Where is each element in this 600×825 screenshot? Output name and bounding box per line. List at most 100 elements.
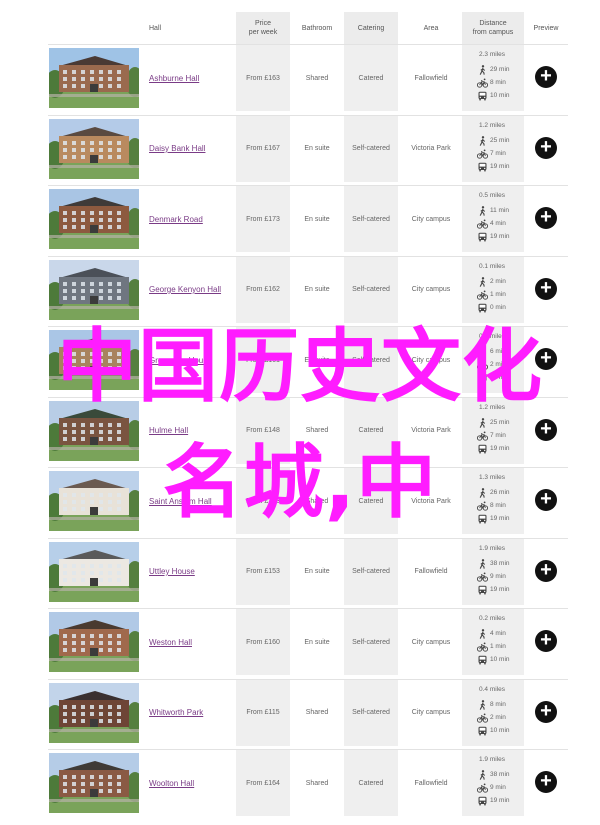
table-row: Uttley House From £153 En suite Self-catere… (48, 537, 568, 605)
hall-name-link[interactable]: Ashburne Hall (149, 74, 199, 83)
bathroom-cell: En suite (304, 356, 330, 364)
area-cell: City campus (411, 215, 451, 223)
plus-icon: + (540, 699, 552, 722)
table-row: Denmark Road From £173 En suite Self-catere… (48, 185, 568, 252)
catering-cell: Catered (358, 779, 384, 787)
table-row: Hulme Hall From £148 Shared Catered Victoria… (48, 396, 568, 464)
catering-cell: Self-catered (352, 215, 390, 223)
bathroom-cell: En suite (304, 145, 330, 152)
bike-icon (476, 78, 489, 88)
hall-thumbnail (49, 612, 139, 672)
bike-icon (476, 219, 489, 229)
catering-cell: Catered (358, 74, 384, 82)
bathroom-cell: Shared (305, 427, 329, 434)
hall-thumbnail (49, 118, 139, 179)
walk-icon (477, 488, 488, 498)
bike-icon (476, 360, 489, 370)
hall-thumbnail (49, 541, 139, 602)
preview-plus-button[interactable]: + (535, 348, 557, 370)
catering-cell: Self-catered (352, 709, 390, 716)
distance-miles: 1.3 miles (479, 474, 506, 481)
preview-plus-button[interactable]: + (535, 276, 557, 300)
distance-cell: 1.3 miles 26 min 8 min 19 min (476, 474, 510, 524)
distance-cell: 0.5 miles 11 min 4 min 19 min (476, 192, 510, 242)
hall-name-link[interactable]: Grosvenor House (149, 356, 212, 365)
distance-miles: 1.9 miles (479, 756, 506, 763)
hall-name-link[interactable]: Weston Hall (149, 638, 192, 647)
plus-icon: + (540, 558, 552, 581)
price-cell: From £160 (246, 638, 280, 646)
hall-thumbnail (49, 400, 139, 461)
header-price: Price per week (236, 12, 290, 44)
hall-name-link[interactable]: Uttley House (149, 567, 195, 576)
hall-thumbnail (49, 259, 139, 320)
header-distance: Distance from campus (462, 12, 524, 44)
bike-icon (476, 431, 489, 441)
plus-icon: + (540, 629, 552, 651)
preview-plus-button[interactable]: + (535, 771, 557, 793)
bike-icon (476, 713, 489, 723)
hall-name-link[interactable]: Woolton Hall (149, 779, 194, 788)
hall-name-link[interactable]: Saint Anselm Hall (149, 497, 212, 506)
area-cell: City campus (411, 638, 451, 646)
walk-icon (477, 417, 488, 428)
preview-plus-button[interactable]: + (535, 66, 557, 88)
preview-plus-button[interactable]: + (535, 136, 557, 159)
preview-plus-button[interactable]: + (535, 489, 557, 511)
hall-thumbnail (49, 189, 139, 249)
bathroom-cell: En suite (304, 215, 330, 223)
catering-cell: Self-catered (352, 568, 390, 575)
distance-cell: 1.2 miles 25 min 7 min 19 min (476, 403, 510, 453)
bathroom-cell: Shared (305, 779, 329, 787)
catering-cell: Self-catered (352, 356, 390, 364)
table-row: George Kenyon Hall From £162 En suite Self-… (48, 255, 568, 323)
preview-plus-button[interactable]: + (535, 207, 557, 229)
bike-icon (476, 149, 489, 159)
bathroom-cell: En suite (304, 286, 330, 293)
bus-icon (477, 303, 488, 313)
hall-name-link[interactable]: George Kenyon Hall (149, 285, 221, 294)
price-cell: From £148 (246, 427, 280, 434)
hall-thumbnail (49, 471, 139, 531)
hall-name-link[interactable]: Hulme Hall (149, 426, 188, 435)
plus-icon: + (540, 770, 552, 792)
area-cell: City campus (411, 709, 451, 716)
table-header: Hall Price per week Bathroom Catering Ar… (48, 12, 568, 44)
area-cell: City campus (411, 356, 451, 364)
walk-icon (477, 770, 488, 780)
preview-plus-button[interactable]: + (535, 699, 557, 723)
bus-icon (477, 585, 488, 595)
preview-plus-button[interactable]: + (535, 558, 557, 582)
bus-icon (477, 655, 488, 665)
area-cell: Victoria Park (411, 427, 451, 434)
price-cell: From £153 (246, 568, 280, 575)
bus-icon (477, 162, 488, 172)
price-cell: From £163 (246, 497, 280, 505)
price-cell: From £167 (246, 145, 280, 152)
hall-thumbnail (49, 330, 139, 390)
bathroom-cell: Shared (305, 74, 329, 82)
price-cell: From £162 (246, 286, 280, 293)
plus-icon: + (540, 276, 552, 299)
bus-icon (477, 232, 488, 242)
price-cell: From £115 (246, 709, 280, 716)
bike-icon (476, 290, 489, 300)
preview-plus-button[interactable]: + (535, 630, 557, 652)
distance-miles: 0.5 miles (479, 192, 506, 199)
table-row: Woolton Hall From £164 Shared Catered Fallow… (48, 749, 568, 816)
hall-name-link[interactable]: Denmark Road (149, 215, 203, 224)
hall-name-link[interactable]: Whitworth Park (149, 708, 203, 717)
plus-icon: + (540, 65, 552, 87)
header-catering: Catering (344, 12, 398, 44)
distance-miles: 0.4 miles (479, 685, 506, 693)
hall-name-link[interactable]: Daisy Bank Hall (149, 144, 205, 153)
distance-cell: 1.9 miles 38 min 9 min 19 min (476, 544, 510, 595)
table-row: Grosvenor House From £161 En suite Self-cat… (48, 326, 568, 393)
hall-thumbnail (49, 48, 139, 108)
table-row: Whitworth Park From £115 Shared Self-catere… (48, 678, 568, 746)
preview-plus-button[interactable]: + (535, 418, 557, 441)
bus-icon (477, 726, 488, 736)
bus-icon (477, 91, 488, 101)
header-hall: Hall (149, 24, 162, 32)
bike-icon (476, 783, 489, 793)
